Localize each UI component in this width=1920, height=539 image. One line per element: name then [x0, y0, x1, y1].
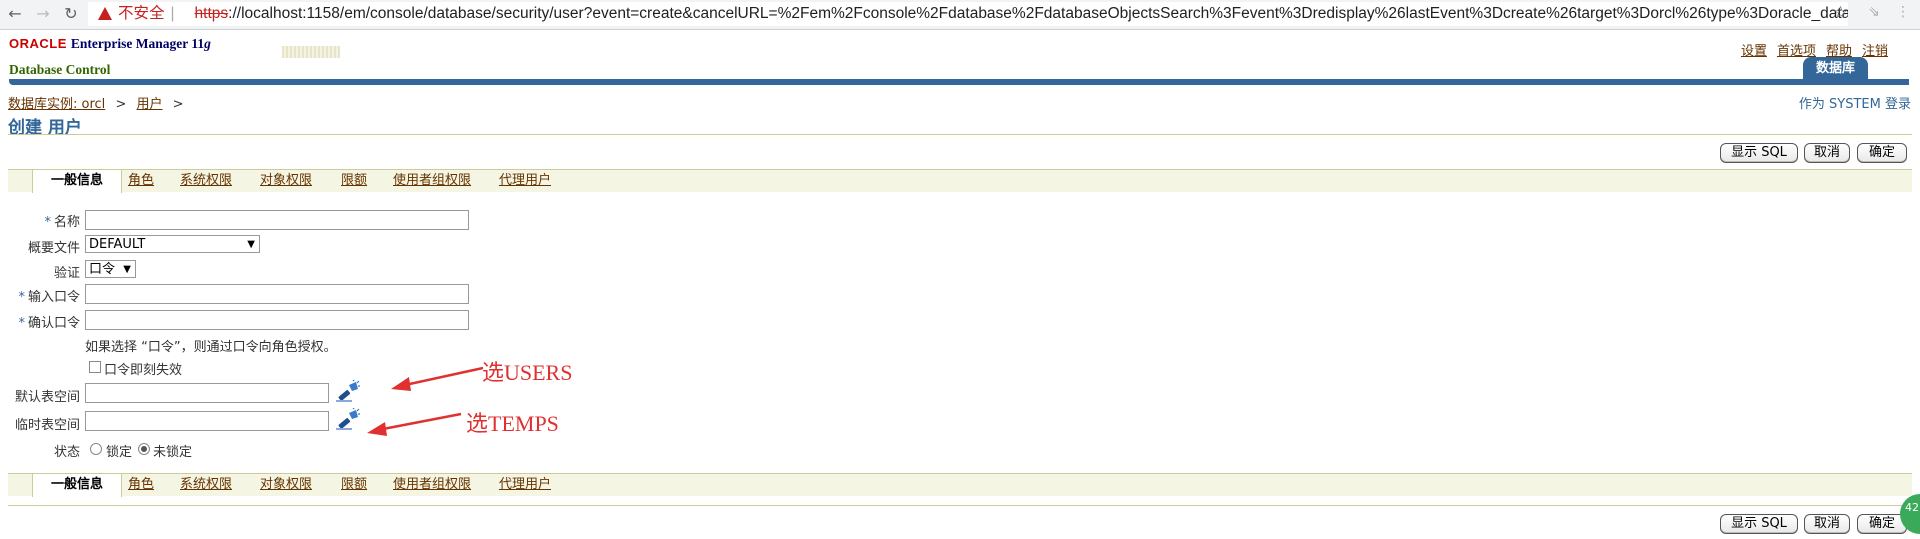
tab-bar-bottom: 一般信息 角色 系统权限 对象权限 限额 使用者组权限 代理用户: [8, 473, 1912, 497]
address-bar[interactable]: 不安全 | https://localhost:1158/em/console/da…: [88, 2, 1848, 26]
ok-button[interactable]: 确定: [1857, 143, 1907, 163]
link-logout[interactable]: 注销: [1862, 44, 1888, 59]
security-warning[interactable]: 不安全: [98, 2, 165, 26]
default-tablespace-input[interactable]: [85, 383, 329, 403]
show-sql-button[interactable]: 显示 SQL: [1720, 143, 1798, 163]
extension-icon[interactable]: ⇘: [1868, 4, 1880, 20]
title-divider: [8, 134, 1912, 135]
tab-general[interactable]: 一般信息: [32, 170, 122, 193]
tab-proxy-users[interactable]: 代理用户: [499, 474, 551, 495]
temp-tablespace-label: 临时表空间: [14, 418, 80, 433]
name-label: * 名称: [44, 215, 80, 230]
flashlight-search-icon[interactable]: [334, 408, 360, 432]
product-subtitle: Database Control: [9, 62, 111, 77]
warning-icon: [98, 7, 112, 20]
password-hint: 如果选择 “口令”，则通过口令向角色授权。: [85, 340, 337, 355]
name-input[interactable]: [85, 210, 469, 230]
annotation-arrow: [367, 412, 462, 436]
default-tablespace-label: 默认表空间: [14, 390, 80, 405]
header-divider: [9, 79, 1909, 85]
tab-general[interactable]: 一般信息: [32, 474, 122, 497]
tab-database[interactable]: 数据库: [1803, 57, 1868, 81]
locked-label: 锁定: [106, 445, 133, 460]
url-text: ://localhost:1158/em/console/database/se…: [228, 5, 1848, 22]
confirm-password-label: * 确认口令: [18, 316, 80, 331]
annotation-temps: 选TEMPS: [466, 411, 559, 436]
profile-label: 概要文件: [27, 241, 80, 256]
tab-consumer-group-privileges[interactable]: 使用者组权限: [393, 170, 471, 191]
logged-in-as: 作为 SYSTEM 登录: [1798, 97, 1911, 112]
tab-consumer-group-privileges[interactable]: 使用者组权限: [393, 474, 471, 495]
temp-tablespace-input[interactable]: [85, 411, 329, 431]
profile-select[interactable]: DEFAULT ▼: [85, 235, 260, 253]
tab-proxy-users[interactable]: 代理用户: [499, 170, 551, 191]
cancel-button[interactable]: 取消: [1804, 514, 1850, 534]
breadcrumb-users[interactable]: 用户: [136, 97, 162, 112]
tab-object-privileges[interactable]: 对象权限: [260, 170, 312, 191]
bookmark-star-icon[interactable]: ☆: [1833, 3, 1848, 23]
expire-password-checkbox[interactable]: [89, 361, 101, 373]
tab-quotas[interactable]: 限额: [341, 474, 367, 495]
tab-system-privileges[interactable]: 系统权限: [180, 474, 232, 495]
annotation-arrow: [391, 366, 484, 391]
password-input[interactable]: [85, 284, 469, 304]
breadcrumb: 数据库实例: orcl > 用户 >: [8, 97, 184, 112]
status-label: 状态: [53, 445, 80, 460]
annotation-users: 选USERS: [482, 360, 573, 385]
confirm-password-input[interactable]: [85, 310, 469, 330]
expire-password-label: 口令即刻失效: [104, 363, 183, 378]
link-settings[interactable]: 设置: [1741, 44, 1767, 59]
back-icon[interactable]: ←: [4, 3, 26, 25]
logo-decoration: [282, 46, 340, 58]
tab-roles[interactable]: 角色: [128, 170, 154, 191]
password-label: * 输入口令: [18, 290, 80, 305]
oracle-logo: ORACLE Enterprise Manager 11g: [9, 36, 211, 51]
tab-roles[interactable]: 角色: [128, 474, 154, 495]
chevron-down-icon: ▼: [247, 239, 255, 250]
tab-object-privileges[interactable]: 对象权限: [260, 474, 312, 495]
menu-icon[interactable]: ⋮: [1896, 4, 1910, 20]
forward-icon[interactable]: →: [32, 3, 54, 25]
bottom-divider: [8, 505, 1912, 506]
cancel-button[interactable]: 取消: [1804, 143, 1850, 163]
show-sql-button[interactable]: 显示 SQL: [1720, 514, 1798, 534]
auth-label: 验证: [53, 266, 80, 281]
tab-bar-top: 一般信息 角色 系统权限 对象权限 限额 使用者组权限 代理用户: [8, 169, 1912, 193]
em-title: Enterprise Manager 11g: [70, 36, 211, 51]
reload-icon[interactable]: ↻: [60, 3, 82, 25]
browser-toolbar: ← → ↻ 不安全 | https://localhost:1158/em/cons…: [0, 0, 1920, 30]
flashlight-search-icon[interactable]: [334, 380, 360, 404]
auth-select[interactable]: 口令 ▼: [85, 260, 136, 278]
chevron-down-icon: ▼: [123, 264, 131, 275]
url-scheme: https: [194, 5, 229, 22]
tab-quotas[interactable]: 限额: [341, 170, 367, 191]
unlocked-radio[interactable]: [138, 443, 150, 455]
locked-radio[interactable]: [90, 443, 102, 455]
breadcrumb-instance[interactable]: 数据库实例: orcl: [8, 97, 105, 112]
tab-system-privileges[interactable]: 系统权限: [180, 170, 232, 191]
unlocked-label: 未锁定: [153, 445, 193, 460]
